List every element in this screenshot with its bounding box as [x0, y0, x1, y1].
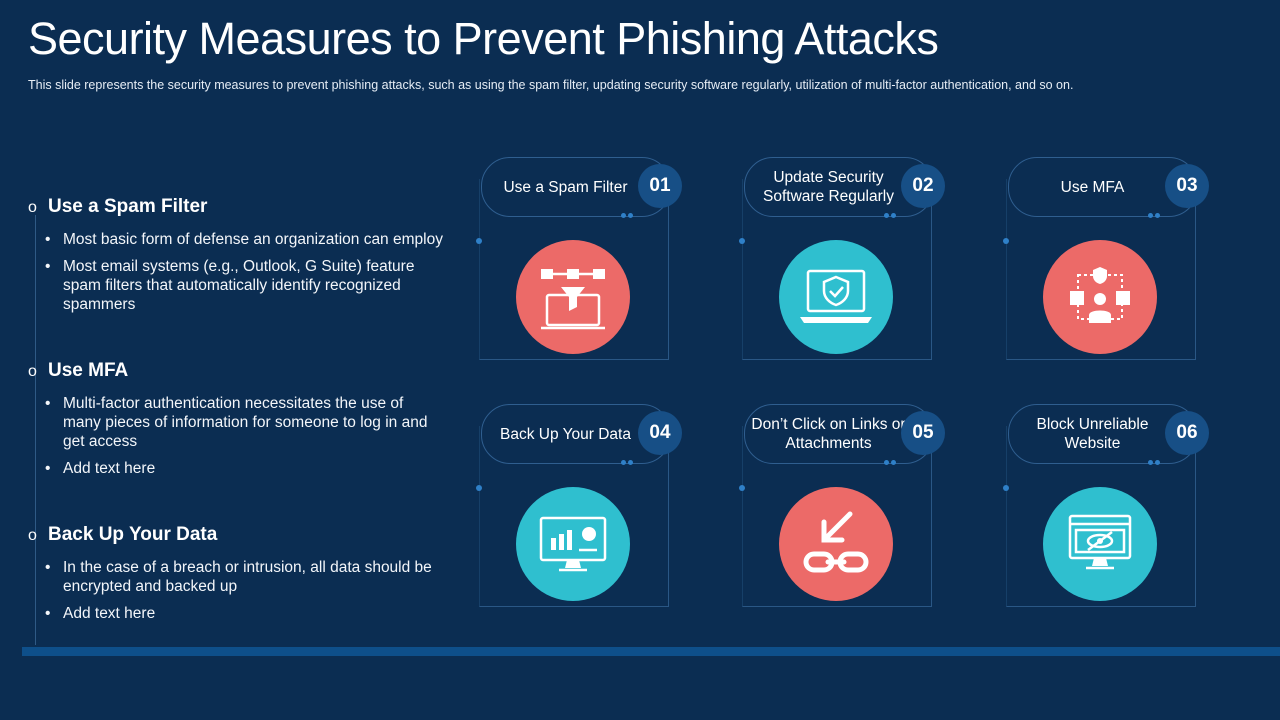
- card-label: Use MFA: [1060, 178, 1125, 196]
- card-use-mfa: Use MFA 03: [1000, 157, 1240, 372]
- card-number: 03: [1165, 164, 1209, 208]
- card-label: Don’t Click on Links or Attachments: [751, 416, 906, 452]
- broken-link-icon: [779, 487, 893, 601]
- card-number: 05: [901, 411, 945, 455]
- bullet-item: Most email systems (e.g., Outlook, G Sui…: [44, 257, 444, 314]
- connector-pin: [739, 485, 745, 491]
- bullet-item: Add text here: [44, 459, 444, 478]
- section-heading-text: Use a Spam Filter: [48, 196, 208, 217]
- section-bullets-backup: In the case of a breach or intrusion, al…: [44, 558, 444, 631]
- card-number: 01: [638, 164, 682, 208]
- connector-pin: [1003, 485, 1009, 491]
- section-heading-mfa: o Use MFA: [28, 359, 128, 384]
- connector-dots: [884, 213, 898, 219]
- card-label: Back Up Your Data: [500, 425, 631, 443]
- card-back-up-data: Back Up Your Data 04: [473, 404, 713, 619]
- connector-dots: [1148, 460, 1162, 466]
- card-label: Use a Spam Filter: [503, 178, 628, 196]
- card-update-security: Update Security Software Regularly 02: [736, 157, 976, 372]
- mfa-user-icon: [1043, 240, 1157, 354]
- section-heading-text: Back Up Your Data: [48, 524, 218, 545]
- card-number: 04: [638, 411, 682, 455]
- bullet-item: Most basic form of defense an organizati…: [44, 230, 444, 249]
- blocked-website-icon: [1043, 487, 1157, 601]
- bottom-accent-bar: [22, 647, 1280, 656]
- section-marker: o: [28, 527, 37, 544]
- page-subtitle: This slide represents the security measu…: [28, 78, 1074, 92]
- connector-pin: [476, 238, 482, 244]
- security-laptop-icon: [779, 240, 893, 354]
- connector-dots: [884, 460, 898, 466]
- card-block-website: Block Unreliable Website 06: [1000, 404, 1240, 619]
- monitor-chart-icon: [516, 487, 630, 601]
- connector-pin: [1003, 238, 1009, 244]
- section-heading-spam-filter: o Use a Spam Filter: [28, 195, 207, 220]
- card-spam-filter: Use a Spam Filter 01: [473, 157, 713, 372]
- card-number: 06: [1165, 411, 1209, 455]
- section-bullets-spam-filter: Most basic form of defense an organizati…: [44, 230, 444, 322]
- section-marker: o: [28, 199, 37, 216]
- section-bullets-mfa: Multi-factor authentication necessitates…: [44, 394, 444, 486]
- bullet-item: In the case of a breach or intrusion, al…: [44, 558, 444, 596]
- card-number: 02: [901, 164, 945, 208]
- card-label: Update Security Software Regularly: [763, 169, 894, 205]
- bullet-item: Add text here: [44, 604, 444, 623]
- timeline-line: [35, 215, 36, 645]
- page-title: Security Measures to Prevent Phishing At…: [28, 13, 939, 64]
- connector-dots: [1148, 213, 1162, 219]
- connector-pin: [739, 238, 745, 244]
- section-heading-text: Use MFA: [48, 360, 129, 381]
- card-label: Block Unreliable Website: [1036, 416, 1149, 452]
- section-heading-backup: o Back Up Your Data: [28, 523, 217, 548]
- card-dont-click-links: Don’t Click on Links or Attachments 05: [736, 404, 976, 619]
- spam-filter-icon: [516, 240, 630, 354]
- bullet-item: Multi-factor authentication necessitates…: [44, 394, 444, 451]
- connector-pin: [476, 485, 482, 491]
- connector-dots: [621, 460, 635, 466]
- connector-dots: [621, 213, 635, 219]
- section-marker: o: [28, 363, 37, 380]
